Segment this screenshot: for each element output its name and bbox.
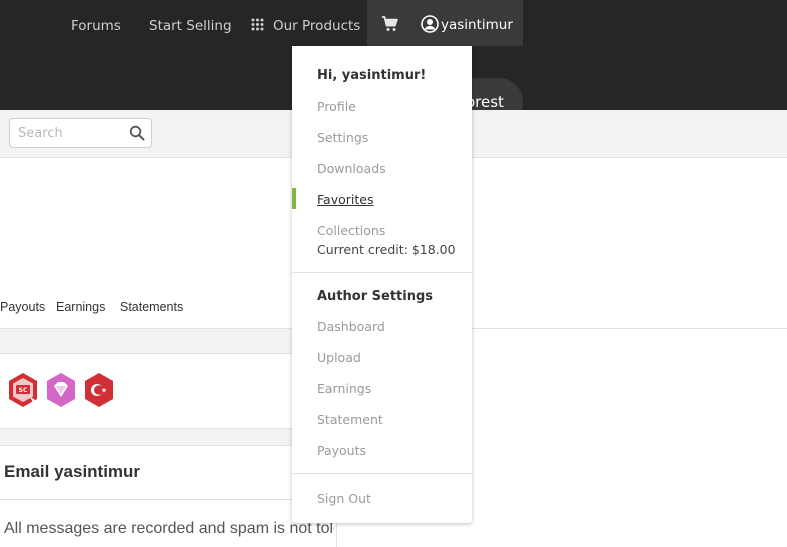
sc-badge-icon[interactable]: SC xyxy=(7,372,39,408)
nav-start-selling-link[interactable]: Start Selling xyxy=(149,17,232,35)
dropdown-item-dashboard[interactable]: Dashboard xyxy=(317,319,385,335)
dropdown-item-collections[interactable]: Collections xyxy=(317,223,385,239)
search-icon[interactable] xyxy=(129,125,145,141)
user-account-button[interactable]: yasintimur xyxy=(421,15,513,34)
svg-text:SC: SC xyxy=(19,387,28,394)
gem-badge-icon[interactable] xyxy=(45,372,77,408)
email-card: Email yasintimur All messages are record… xyxy=(0,445,336,547)
dropdown-item-downloads[interactable]: Downloads xyxy=(317,161,386,177)
dropdown-item-settings[interactable]: Settings xyxy=(317,130,368,146)
turkey-flag-badge-icon[interactable] xyxy=(83,372,115,408)
dropdown-item-sign-out[interactable]: Sign Out xyxy=(317,491,371,507)
dropdown-item-statement[interactable]: Statement xyxy=(317,412,383,428)
nav-forums-link[interactable]: Forums xyxy=(71,17,121,35)
nav-our-products-link[interactable]: Our Products xyxy=(251,17,360,35)
dropdown-greeting: Hi, yasintimur! xyxy=(317,68,427,83)
dropdown-separator xyxy=(292,272,472,273)
nav-our-products-label: Our Products xyxy=(273,18,361,34)
dropdown-separator xyxy=(292,473,472,474)
dropdown-item-profile[interactable]: Profile xyxy=(317,99,356,115)
email-card-text: All messages are recorded and spam is no… xyxy=(4,520,334,537)
tab-earnings[interactable]: Earnings xyxy=(56,300,105,314)
dropdown-item-payouts[interactable]: Payouts xyxy=(317,443,366,459)
email-card-title: Email yasintimur xyxy=(4,462,141,481)
search-input[interactable] xyxy=(10,119,125,147)
active-item-indicator xyxy=(292,188,296,209)
email-card-divider xyxy=(0,499,336,500)
username-label: yasintimur xyxy=(441,17,513,33)
dropdown-item-upload[interactable]: Upload xyxy=(317,350,361,366)
tab-payouts[interactable]: Payouts xyxy=(0,300,45,314)
dropdown-item-favorites[interactable]: Favorites xyxy=(317,192,373,208)
account-dropdown: Hi, yasintimur! Profile Settings Downloa… xyxy=(292,46,472,523)
cart-icon[interactable] xyxy=(381,15,399,33)
user-circle-icon xyxy=(421,15,439,33)
search-box xyxy=(9,118,152,148)
dropdown-item-earnings[interactable]: Earnings xyxy=(317,381,371,397)
grid-icon xyxy=(251,18,264,31)
dropdown-author-heading: Author Settings xyxy=(317,289,434,304)
badges-card: SC xyxy=(0,353,336,429)
dropdown-current-credit: Current credit: $18.00 xyxy=(317,242,456,257)
tab-statements[interactable]: Statements xyxy=(120,300,183,314)
